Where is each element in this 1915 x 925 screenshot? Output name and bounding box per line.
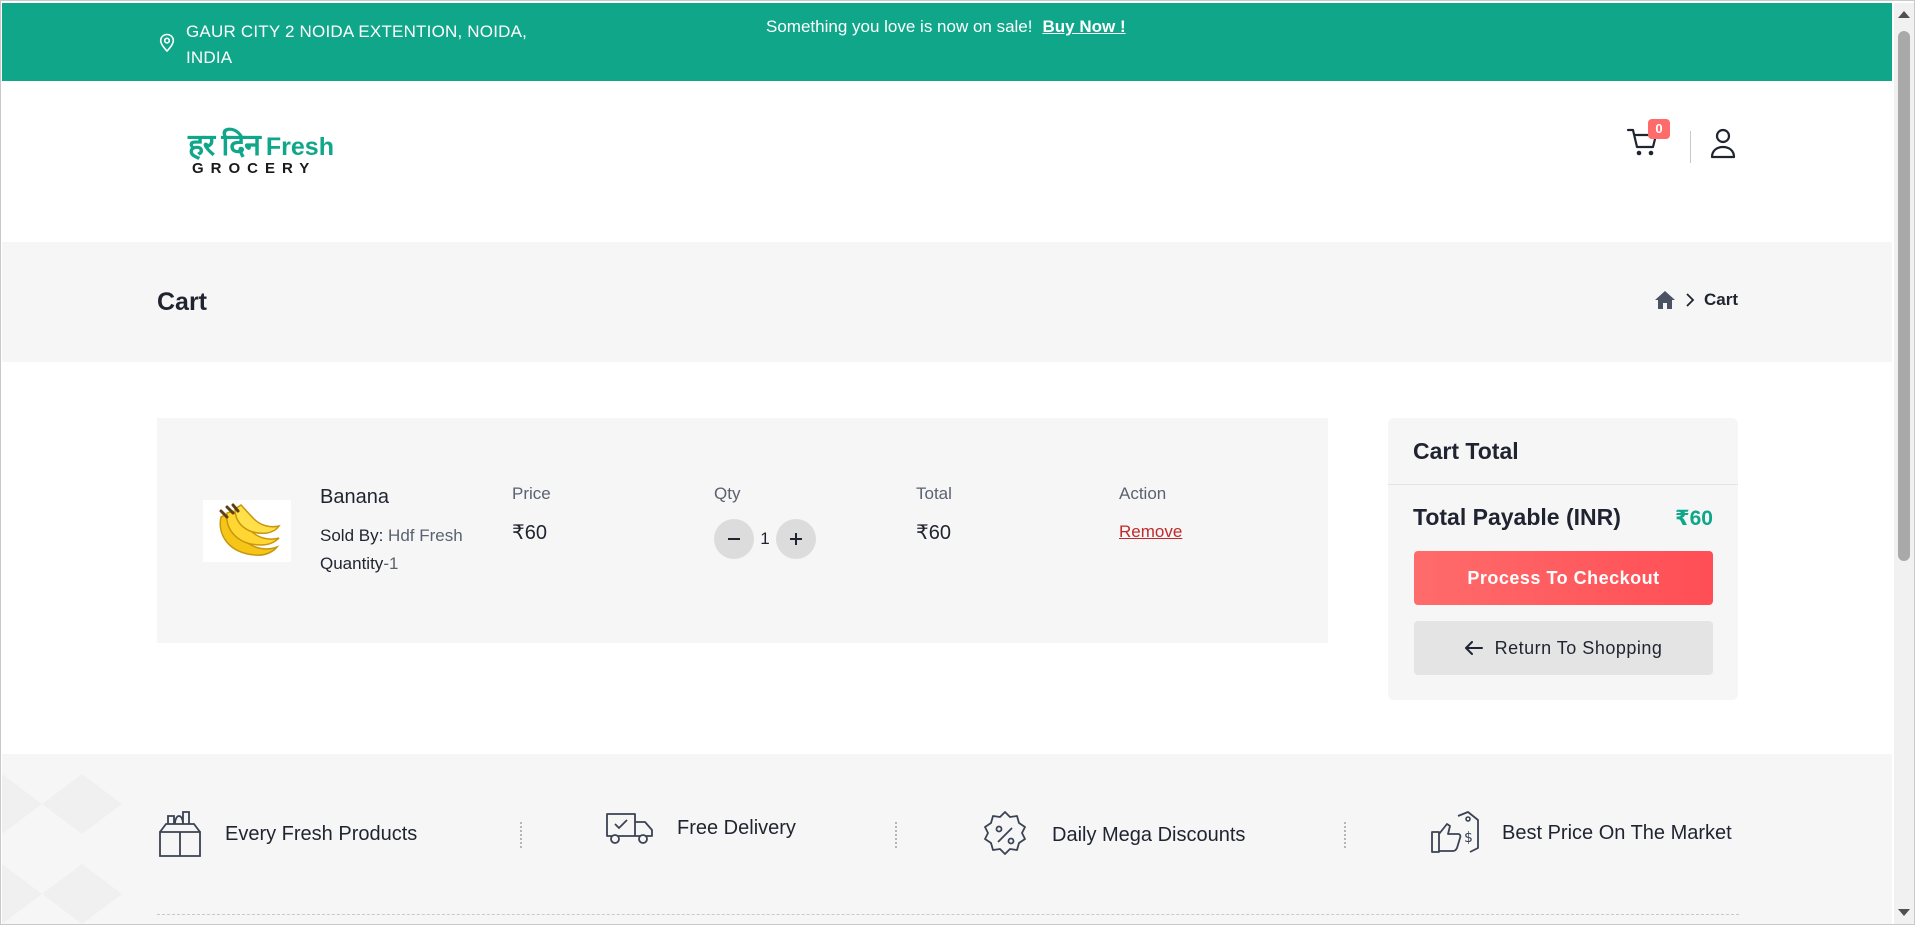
total-header: Total xyxy=(916,484,952,503)
scroll-up-arrow[interactable] xyxy=(1898,11,1910,18)
feature-label: Free Delivery xyxy=(677,816,796,839)
home-icon[interactable] xyxy=(1654,290,1676,310)
logo-grocery-text: GROCERY xyxy=(192,160,317,177)
decrease-qty-button[interactable] xyxy=(714,519,754,559)
cart-total-title: Cart Total xyxy=(1413,438,1519,464)
feature-label: Daily Mega Discounts xyxy=(1052,823,1246,846)
features-bottom-border xyxy=(157,914,1739,915)
sold-by: Sold By: Hdf Fresh xyxy=(320,526,463,546)
page-title: Cart xyxy=(157,288,208,316)
user-icon xyxy=(1710,128,1736,159)
feature-divider xyxy=(1344,822,1346,848)
quantity-value: -1 xyxy=(383,554,399,573)
price-value: ₹60 xyxy=(512,522,547,544)
product-image[interactable] xyxy=(203,500,291,562)
location-pin-icon xyxy=(159,33,175,53)
delivery-truck-icon xyxy=(606,813,653,844)
price-header: Price xyxy=(512,484,551,503)
grocery-box-icon xyxy=(159,811,201,857)
qty-header: Qty xyxy=(714,484,741,503)
svg-text:$: $ xyxy=(1464,830,1473,846)
feature-divider xyxy=(520,822,522,848)
seller-name: Hdf Fresh xyxy=(388,526,463,545)
promo-text: Something you love is now on sale! xyxy=(766,17,1033,36)
account-button[interactable] xyxy=(1709,127,1739,161)
feature-label: Every Fresh Products xyxy=(225,822,418,845)
product-name[interactable]: Banana xyxy=(320,486,389,509)
cart-count-badge: 0 xyxy=(1648,119,1670,139)
quantity-label: Quantity xyxy=(320,554,384,573)
breadcrumb-current: Cart xyxy=(1703,290,1738,309)
cart-total-panel: Cart Total Total Payable (INR) ₹60 Proce… xyxy=(1388,418,1738,700)
quantity-info: Quantity-1 xyxy=(320,554,398,574)
total-payable-value: ₹60 xyxy=(1675,507,1713,530)
feature-best-price: $ Best Price On The Market xyxy=(1430,810,1732,856)
price-tag-hand-icon: $ xyxy=(1431,811,1479,853)
chevron-right-icon xyxy=(1686,293,1695,307)
total-payable-label: Total Payable (INR) xyxy=(1413,504,1621,530)
background-pattern xyxy=(2,774,122,924)
return-to-shopping-label: Return To Shopping xyxy=(1494,637,1663,658)
quantity-stepper: 1 xyxy=(714,519,816,559)
increase-qty-button[interactable] xyxy=(776,519,816,559)
action-header: Action xyxy=(1119,484,1167,503)
features-strip: Every Fresh Products Free Delivery Daily… xyxy=(2,754,1892,924)
site-logo[interactable]: हर दिन Fresh GROCERY xyxy=(188,123,334,177)
promo-banner: Something you love is now on sale! Buy N… xyxy=(766,17,1126,37)
site-header: हर दिन Fresh GROCERY 0 xyxy=(2,81,1892,241)
buy-now-link[interactable]: Buy Now ! xyxy=(1043,17,1126,37)
banana-icon xyxy=(219,503,281,556)
delivery-location[interactable]: GAUR CITY 2 NOIDA EXTENTION, NOIDA, INDI… xyxy=(158,19,556,71)
cart-item-row: Banana Sold By: Hdf Fresh Quantity-1 Pri… xyxy=(157,418,1328,643)
feature-free-delivery: Free Delivery xyxy=(605,810,796,846)
logo-fresh-text: Fresh xyxy=(265,133,334,161)
feature-mega-discounts: Daily Mega Discounts xyxy=(980,810,1245,860)
feature-label: Best Price On The Market xyxy=(1502,821,1732,844)
logo-hindi-text: हर दिन xyxy=(188,129,261,162)
cart-button[interactable]: 0 xyxy=(1626,119,1670,165)
feature-fresh-products: Every Fresh Products xyxy=(157,810,417,858)
plus-icon xyxy=(790,533,802,545)
return-to-shopping-button[interactable]: Return To Shopping xyxy=(1414,621,1713,675)
feature-divider xyxy=(895,822,897,848)
qty-value: 1 xyxy=(760,529,770,548)
scrollbar-thumb[interactable] xyxy=(1898,31,1910,561)
remove-item-link[interactable]: Remove xyxy=(1119,522,1182,542)
top-bar: GAUR CITY 2 NOIDA EXTENTION, NOIDA, INDI… xyxy=(2,3,1892,81)
location-text: GAUR CITY 2 NOIDA EXTENTION, NOIDA, INDI… xyxy=(186,22,528,67)
minus-icon xyxy=(728,538,740,540)
breadcrumb: Cart xyxy=(1654,290,1738,310)
item-total-value: ₹60 xyxy=(916,522,951,544)
arrow-left-icon xyxy=(1464,641,1483,655)
scroll-down-arrow[interactable] xyxy=(1898,909,1910,916)
sold-by-label: Sold By: xyxy=(320,526,384,545)
page-title-band: Cart Cart xyxy=(2,242,1892,362)
cart-total-divider xyxy=(1388,484,1738,485)
discount-badge-icon xyxy=(984,811,1026,855)
browser-viewport: GAUR CITY 2 NOIDA EXTENTION, NOIDA, INDI… xyxy=(0,0,1915,925)
header-divider xyxy=(1690,131,1691,163)
page-scrollbar[interactable] xyxy=(1894,3,1914,924)
checkout-button[interactable]: Process To Checkout xyxy=(1414,551,1713,605)
